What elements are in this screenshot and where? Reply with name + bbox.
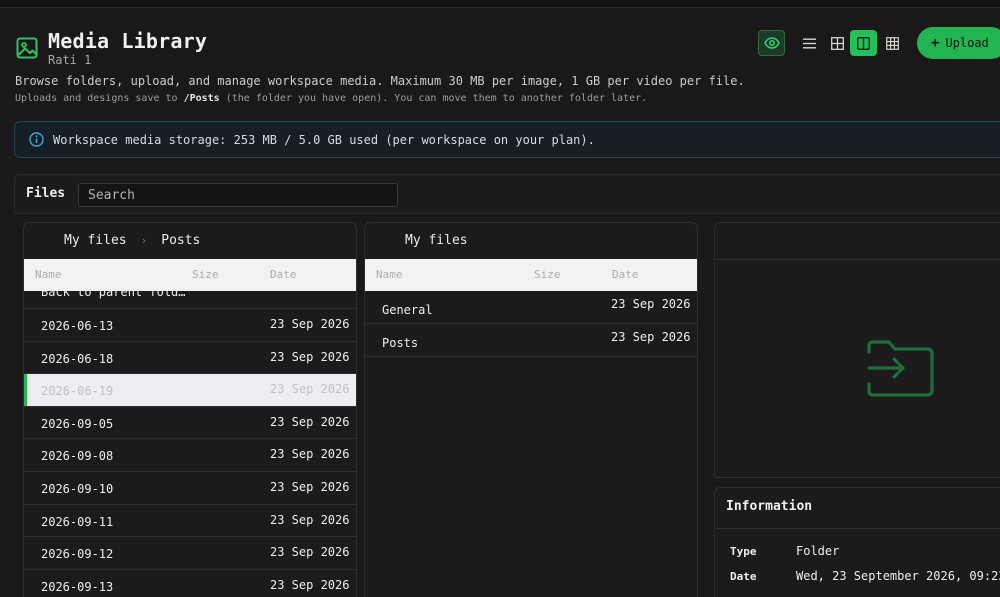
workspace-name: Rati 1 [48,53,92,67]
grid-view-button[interactable] [824,30,851,56]
table-row[interactable]: 2026-09-13 23 Sep 2026 [24,570,356,597]
row-date: 23 Sep 2026 [270,545,350,560]
row-name: 2026-06-18 [41,351,114,366]
type-value: Folder [796,544,840,558]
type-label: Type [730,545,757,558]
table-view-button[interactable] [879,30,906,56]
files-heading: Files [26,186,66,201]
page-description: Browse folders, upload, and manage works… [15,74,745,88]
preview-toggle-button[interactable] [758,30,785,56]
posts-folder-panel: My files › Posts Name Size Date Back to … [23,222,357,597]
table-row[interactable]: 2026-09-08 23 Sep 2026 [24,439,356,472]
column-date[interactable]: Date [612,268,639,281]
table-row[interactable]: 2026-09-05 23 Sep 2026 [24,407,356,440]
files-toolbar: Files [14,174,1000,214]
storage-banner: Workspace media storage: 253 MB / 5.0 GB… [14,121,1000,158]
date-label: Date [730,570,757,583]
back-to-parent-row[interactable]: Back to parent fold… [24,285,356,309]
folder-list: General 23 Sep 2026 Posts 23 Sep 2026 [365,291,697,357]
split-view-button[interactable] [850,30,877,56]
row-date: 23 Sep 2026 [270,382,350,397]
information-heading: Information [726,499,813,514]
breadcrumb: My files › Posts [64,233,200,248]
list-icon [803,38,816,48]
table-row[interactable]: 2026-06-18 23 Sep 2026 [24,342,356,375]
column-size[interactable]: Size [192,268,219,281]
row-date: 23 Sep 2026 [611,330,691,344]
note-suffix: (the folder you have open). You can move… [219,93,648,104]
preview-panel [714,222,1000,478]
search-input[interactable] [78,183,398,207]
split-view-icon [857,36,870,50]
row-name: 2026-09-12 [41,547,114,562]
my-files-panel: My files Name Size Date General 23 Sep 20… [364,222,698,597]
upload-label: Upload [945,36,989,50]
breadcrumb: My files [405,233,468,248]
table-row[interactable]: Posts 23 Sep 2026 [365,324,697,357]
breadcrumb-posts[interactable]: Posts [161,233,200,248]
row-name: 2026-09-08 [41,449,114,464]
storage-usage-text: Workspace media storage: 253 MB / 5.0 GB… [53,132,595,147]
column-name[interactable]: Name [376,268,403,281]
file-list: Back to parent fold… 2026-06-13 23 Sep 20… [24,285,356,597]
information-panel: Information Type Folder Date Wed, 23 Sep… [714,487,1000,597]
folder-open-icon [867,340,934,397]
table-row[interactable]: 2026-09-10 23 Sep 2026 [24,472,356,505]
table-icon [886,36,899,50]
information-divider [715,528,1000,529]
row-date: 23 Sep 2026 [270,349,350,364]
breadcrumb-my-files[interactable]: My files [64,233,127,248]
row-name: 2026-06-19 [41,384,114,399]
column-size[interactable]: Size [534,268,561,281]
table-row[interactable]: 2026-06-13 23 Sep 2026 [24,309,356,342]
chevron-right-icon: › [140,234,148,247]
row-date: 23 Sep 2026 [270,479,350,494]
column-date[interactable]: Date [270,268,297,281]
top-strip [0,0,1000,8]
row-name: 2026-06-13 [41,319,114,333]
upload-destination-note: Uploads and designs save to /Posts (the … [15,93,647,104]
row-name: General [382,303,433,317]
upload-button[interactable]: + Upload [917,27,1000,59]
table-row[interactable]: 2026-09-11 23 Sep 2026 [24,505,356,538]
row-name: 2026-09-13 [41,579,114,594]
page-title: Media Library [48,29,208,53]
table-row[interactable]: General 23 Sep 2026 [365,291,697,324]
column-name[interactable]: Name [35,268,62,281]
date-value: Wed, 23 September 2026, 09:23 [796,569,1000,583]
preview-divider [715,259,1000,260]
table-row[interactable]: 2026-09-12 23 Sep 2026 [24,537,356,570]
table-row-selected[interactable]: 2026-06-19 23 Sep 2026 [24,374,356,407]
row-date: 23 Sep 2026 [270,577,350,592]
row-date: 23 Sep 2026 [270,447,350,462]
image-icon [16,37,38,59]
row-name: Back to parent fold… [41,285,186,299]
eye-icon [763,37,780,49]
plus-icon: + [931,35,940,51]
row-date: 23 Sep 2026 [270,414,350,429]
grid-icon [831,36,844,50]
list-view-button[interactable] [796,30,823,56]
info-icon [29,132,44,147]
row-name: 2026-09-05 [41,416,114,431]
note-prefix: Uploads and designs save to [15,93,184,104]
row-name: 2026-09-10 [41,481,114,496]
row-date: 23 Sep 2026 [270,317,350,331]
table-header: Name Size Date [365,259,697,291]
current-folder-path: /Posts [183,93,220,104]
row-date: 23 Sep 2026 [611,297,691,311]
row-name: 2026-09-11 [41,514,114,529]
row-name: Posts [382,336,419,350]
breadcrumb-my-files[interactable]: My files [405,233,468,248]
row-date: 23 Sep 2026 [270,512,350,527]
